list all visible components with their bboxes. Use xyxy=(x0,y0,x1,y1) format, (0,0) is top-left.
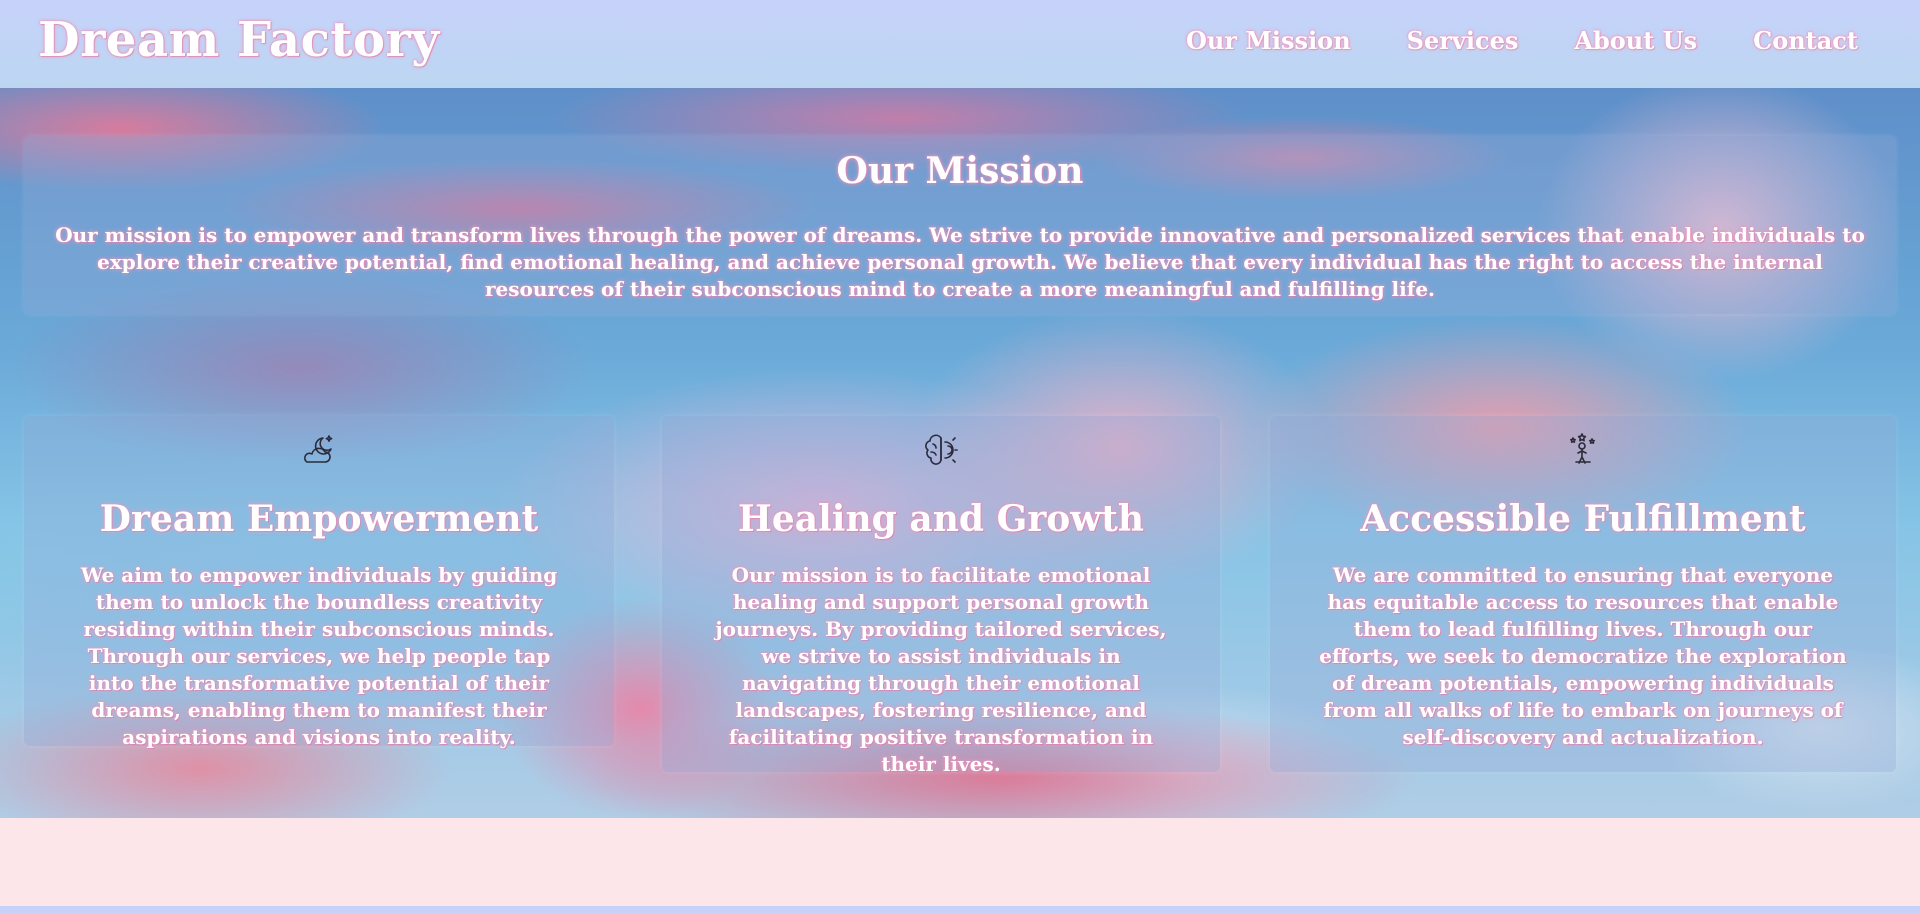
nav-link-about-us[interactable]: About Us xyxy=(1574,26,1697,55)
nav-link-our-mission[interactable]: Our Mission xyxy=(1186,26,1351,55)
brand-logo[interactable]: Dream Factory xyxy=(38,12,440,68)
footer-area xyxy=(0,818,1920,906)
person-stars-icon xyxy=(1565,432,1601,468)
hero-sky-background: Our Mission Our mission is to empower an… xyxy=(0,88,1920,818)
card-title: Healing and Growth xyxy=(737,498,1145,540)
main-nav: Our Mission Services About Us Contact xyxy=(1186,26,1858,55)
mission-panel: Our Mission Our mission is to empower an… xyxy=(24,136,1896,314)
nav-link-services[interactable]: Services xyxy=(1407,26,1519,55)
brain-icon xyxy=(923,432,959,468)
feature-card-dream-empowerment: Dream Empowerment We aim to empower indi… xyxy=(24,416,614,749)
feature-card-healing-growth: Healing and Growth Our mission is to fac… xyxy=(662,416,1220,776)
card-text: We are committed to ensuring that everyo… xyxy=(1319,563,1847,749)
card-title: Dream Empowerment xyxy=(99,498,539,540)
mission-text: Our mission is to empower and transform … xyxy=(55,223,1865,301)
nav-link-contact[interactable]: Contact xyxy=(1753,26,1858,55)
card-text: Our mission is to facilitate emotional h… xyxy=(715,563,1167,776)
site-header: Dream Factory Our Mission Services About… xyxy=(0,0,1920,88)
moon-cloud-icon xyxy=(301,432,337,468)
card-text: We aim to empower individuals by guiding… xyxy=(80,563,558,749)
bottom-bar xyxy=(0,906,1920,913)
mission-title: Our Mission xyxy=(836,150,1084,192)
feature-card-accessible-fulfillment: Accessible Fulfillment We are committed … xyxy=(1270,416,1896,772)
card-title: Accessible Fulfillment xyxy=(1360,498,1806,540)
